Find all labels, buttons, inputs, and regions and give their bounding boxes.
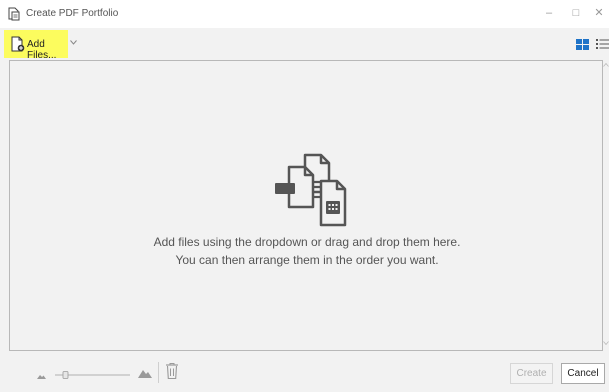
- cancel-button[interactable]: Cancel: [561, 363, 605, 384]
- large-mountain-icon[interactable]: [138, 368, 152, 378]
- portfolio-app-icon: [8, 7, 20, 21]
- window-title: Create PDF Portfolio: [26, 8, 119, 19]
- scroll-down-arrow-icon[interactable]: [603, 340, 609, 346]
- toolbar: Add Files...: [0, 28, 609, 61]
- file-drop-zone[interactable]: Add files using the dropdown or drag and…: [9, 60, 603, 351]
- grid-view-icon[interactable]: [576, 39, 589, 50]
- title-bar: Create PDF Portfolio – □ ✕: [0, 0, 609, 28]
- bottom-bar: Create Cancel: [0, 351, 609, 392]
- chevron-down-icon[interactable]: [70, 40, 77, 45]
- close-button[interactable]: ✕: [592, 6, 606, 20]
- maximize-button[interactable]: □: [569, 6, 583, 20]
- scroll-up-arrow-icon[interactable]: [603, 62, 609, 68]
- small-mountain-icon[interactable]: [37, 373, 46, 379]
- drop-instruction-line2: You can then arrange them in the order y…: [175, 253, 439, 267]
- drop-instruction-line1: Add files using the dropdown or drag and…: [153, 235, 461, 249]
- toolbar-separator: [158, 362, 159, 383]
- add-files-button[interactable]: Add Files...: [4, 30, 68, 61]
- list-view-icon[interactable]: [596, 38, 609, 50]
- thumbnail-size-slider[interactable]: [55, 371, 130, 379]
- multiple-files-illustration-icon: [275, 153, 347, 227]
- create-button[interactable]: Create: [510, 363, 553, 384]
- add-files-label: Add Files...: [27, 39, 57, 61]
- add-file-icon: [11, 36, 25, 52]
- minimize-button[interactable]: –: [542, 6, 556, 20]
- trash-icon[interactable]: [165, 362, 179, 380]
